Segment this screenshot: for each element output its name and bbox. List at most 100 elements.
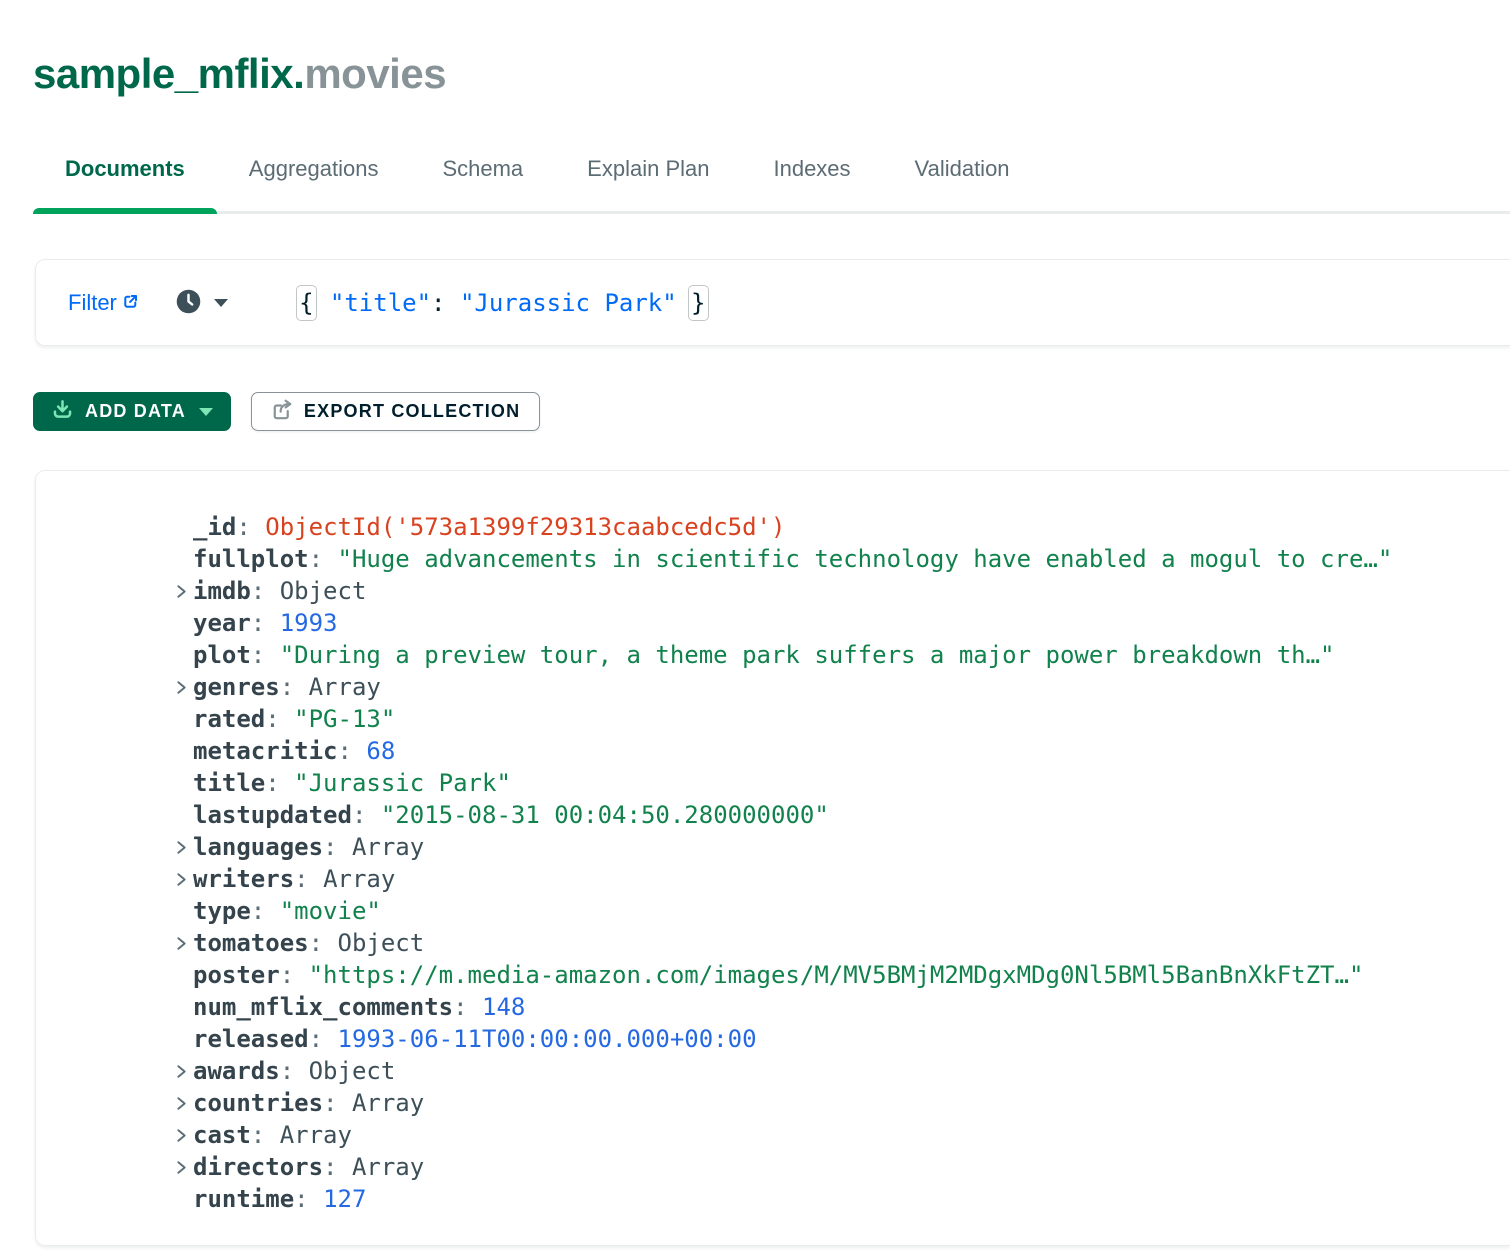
field-row-fullplot: fullplot: "Huge advancements in scientif… <box>36 543 1510 575</box>
field-separator: : <box>236 513 265 541</box>
field-value: "Huge advancements in scientific technol… <box>338 545 1393 573</box>
field-row-lastupdated: lastupdated: "2015-08-31 00:04:50.280000… <box>36 799 1510 831</box>
field-key: type <box>193 897 251 925</box>
field-key: metacritic <box>193 737 338 765</box>
field-value: "Jurassic Park" <box>294 769 511 797</box>
field-row-_id: _id: ObjectId('573a1399f29313caabcedc5d'… <box>36 511 1510 543</box>
field-separator: : <box>265 705 294 733</box>
field-key: awards <box>193 1057 280 1085</box>
expand-chevron-icon[interactable] <box>175 838 193 857</box>
field-separator: : <box>323 1153 352 1181</box>
field-value: Array <box>280 1121 352 1149</box>
add-data-label: ADD DATA <box>85 401 186 422</box>
expand-chevron-icon[interactable] <box>175 1062 193 1081</box>
field-value: Object <box>309 1057 396 1085</box>
add-data-button[interactable]: ADD DATA <box>33 392 231 431</box>
field-value: Object <box>280 577 367 605</box>
field-key: plot <box>193 641 251 669</box>
field-separator: : <box>352 801 381 829</box>
field-key: writers <box>193 865 294 893</box>
expand-chevron-icon[interactable] <box>175 870 193 889</box>
compass-collection-view: sample_mflix.movies DocumentsAggregation… <box>0 0 1510 1254</box>
field-separator: : <box>323 833 352 861</box>
field-separator: : <box>265 769 294 797</box>
field-key: languages <box>193 833 323 861</box>
field-value: "2015-08-31 00:04:50.280000000" <box>381 801 829 829</box>
collection-tabs: Documents AggregationsSchemaExplain Plan I… <box>33 152 1510 214</box>
field-row-num_mflix_comments: num_mflix_comments: 148 <box>36 991 1510 1023</box>
tab-label: Indexes <box>773 156 850 181</box>
tab-documents[interactable]: Documents <box>33 152 217 211</box>
tab-label: Documents <box>65 156 185 181</box>
tab-label: Validation <box>915 156 1010 181</box>
tab-aggregations[interactable]: Aggregations <box>217 152 411 211</box>
field-key: _id <box>193 513 236 541</box>
filter-label: Filter <box>68 290 117 316</box>
field-row-directors: directors: Array <box>36 1151 1510 1183</box>
field-key: rated <box>193 705 265 733</box>
field-value: Array <box>352 833 424 861</box>
field-separator: : <box>309 1025 338 1053</box>
field-value: "During a preview tour, a theme park suf… <box>280 641 1335 669</box>
field-row-countries: countries: Array <box>36 1087 1510 1119</box>
document-card: _id: ObjectId('573a1399f29313caabcedc5d'… <box>35 470 1510 1246</box>
field-row-cast: cast: Array <box>36 1119 1510 1151</box>
field-separator: : <box>280 1057 309 1085</box>
open-brace: { <box>296 285 317 321</box>
tab-explain-plan[interactable]: Explain Plan <box>555 152 741 211</box>
field-value: Array <box>309 673 381 701</box>
field-row-title: title: "Jurassic Park" <box>36 767 1510 799</box>
field-value: "https://m.media-amazon.com/images/M/MV5… <box>309 961 1364 989</box>
field-key: countries <box>193 1089 323 1117</box>
field-row-plot: plot: "During a preview tour, a theme pa… <box>36 639 1510 671</box>
tab-validation[interactable]: Validation <box>883 152 1042 211</box>
field-row-poster: poster: "https://m.media-amazon.com/imag… <box>36 959 1510 991</box>
expand-chevron-icon[interactable] <box>175 1094 193 1113</box>
document-fields: _id: ObjectId('573a1399f29313caabcedc5d'… <box>36 511 1510 1215</box>
expand-chevron-icon[interactable] <box>175 1158 193 1177</box>
field-key: fullplot <box>193 545 309 573</box>
field-separator: : <box>294 865 323 893</box>
field-row-writers: writers: Array <box>36 863 1510 895</box>
filter-query-input[interactable]: {"title": "Jurassic Park"} <box>296 285 709 321</box>
download-icon <box>51 398 74 426</box>
export-collection-label: EXPORT COLLECTION <box>304 401 520 422</box>
field-row-released: released: 1993-06-11T00:00:00.000+00:00 <box>36 1023 1510 1055</box>
filter-link[interactable]: Filter <box>68 290 139 316</box>
field-value: "PG-13" <box>294 705 395 733</box>
field-value: ObjectId('573a1399f29313caabcedc5d') <box>265 513 785 541</box>
field-row-imdb: imdb: Object <box>36 575 1510 607</box>
field-value: Array <box>352 1153 424 1181</box>
expand-chevron-icon[interactable] <box>175 678 193 697</box>
query-history-button[interactable] <box>175 288 228 318</box>
field-row-type: type: "movie" <box>36 895 1510 927</box>
field-key: poster <box>193 961 280 989</box>
clock-icon <box>175 288 202 318</box>
field-key: num_mflix_comments <box>193 993 453 1021</box>
expand-chevron-icon[interactable] <box>175 582 193 601</box>
field-row-languages: languages: Array <box>36 831 1510 863</box>
expand-chevron-icon[interactable] <box>175 934 193 953</box>
field-separator: : <box>251 577 280 605</box>
field-separator: : <box>309 929 338 957</box>
tab-indexes[interactable]: Indexes <box>741 152 882 211</box>
tab-schema[interactable]: Schema <box>410 152 555 211</box>
chevron-down-icon <box>214 299 228 307</box>
field-row-tomatoes: tomatoes: Object <box>36 927 1510 959</box>
field-value: Object <box>338 929 425 957</box>
field-value: Array <box>323 865 395 893</box>
field-value: 148 <box>482 993 525 1021</box>
expand-chevron-icon[interactable] <box>175 1126 193 1145</box>
field-separator: : <box>251 1121 280 1149</box>
field-value: Array <box>352 1089 424 1117</box>
field-key: year <box>193 609 251 637</box>
field-separator: : <box>251 609 280 637</box>
export-collection-button[interactable]: EXPORT COLLECTION <box>251 392 540 431</box>
field-value: 1993-06-11T00:00:00.000+00:00 <box>338 1025 757 1053</box>
field-separator: : <box>280 961 309 989</box>
query-token: "title" <box>330 289 431 317</box>
field-value: 127 <box>323 1185 366 1213</box>
field-key: directors <box>193 1153 323 1181</box>
field-row-awards: awards: Object <box>36 1055 1510 1087</box>
field-separator: : <box>338 737 367 765</box>
